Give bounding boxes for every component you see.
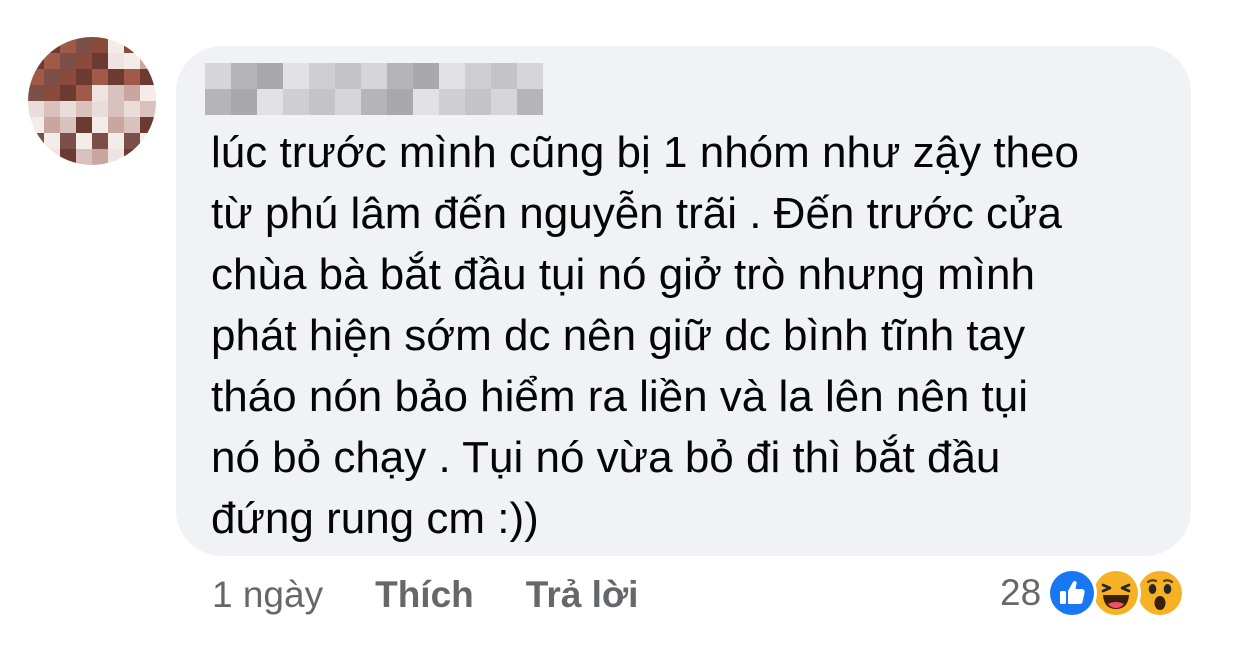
haha-icon — [1091, 568, 1142, 618]
comment-text: lúc trước mình cũng bị 1 nhóm như zậy th… — [211, 128, 1079, 543]
reaction-count: 28 — [1000, 572, 1042, 613]
comment-actions: 1 ngày Thích Trả lời — [212, 570, 690, 620]
comment-timestamp[interactable]: 1 ngày — [212, 574, 323, 616]
avatar[interactable] — [28, 37, 156, 165]
reply-button[interactable]: Trả lời — [526, 574, 639, 616]
like-button[interactable]: Thích — [375, 574, 474, 616]
reactions-summary[interactable]: 28 — [1000, 566, 1186, 620]
author-name-blurred[interactable] — [205, 63, 543, 115]
wow-icon — [1135, 568, 1186, 618]
like-icon — [1047, 568, 1098, 618]
